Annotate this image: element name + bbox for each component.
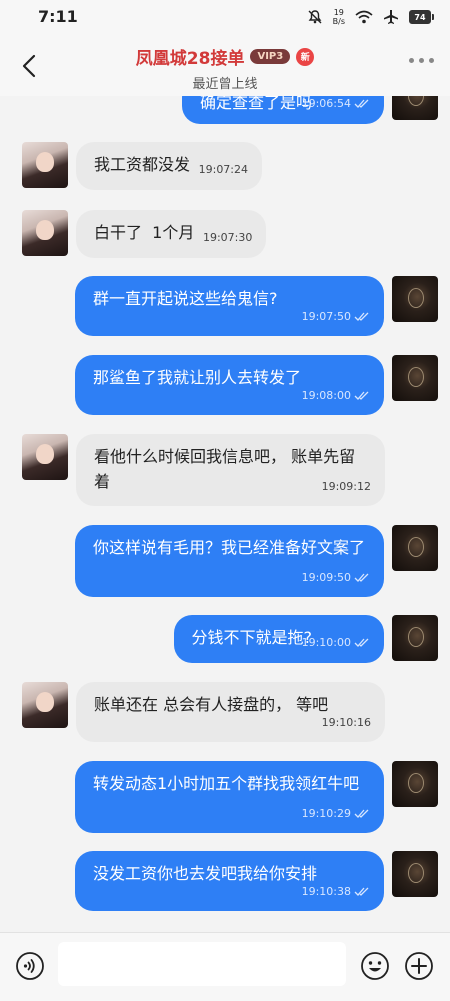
double-check-icon bbox=[354, 638, 369, 647]
message-bubble-outgoing[interactable]: 转发动态1小时加五个群找我领红牛吧 19:10:29 bbox=[75, 761, 384, 833]
message-list[interactable]: 确定查查了是吗 19:06:54 我工资都没发 19:07:24 白干了 1个月… bbox=[0, 96, 450, 932]
avatar[interactable] bbox=[22, 682, 68, 728]
net-speed-unit: B/s bbox=[332, 17, 345, 26]
message-bubble-outgoing[interactable]: 群一直开起说这些给鬼信? 19:07:50 bbox=[75, 276, 384, 336]
battery-icon: 74 bbox=[409, 10, 434, 24]
voice-icon[interactable] bbox=[14, 950, 46, 982]
online-status: 最近曾上线 bbox=[192, 77, 258, 92]
message-bubble-outgoing[interactable]: 没发工资你也去发吧我给你安排 19:10:38 bbox=[75, 851, 384, 911]
more-dots-icon[interactable] bbox=[409, 58, 434, 63]
message-bubble-incoming[interactable]: 我工资都没发 19:07:24 bbox=[76, 142, 263, 190]
status-bar: 7:11 19 B/s 74 bbox=[0, 0, 450, 34]
new-badge: 新 bbox=[296, 47, 315, 66]
net-speed-value: 19 bbox=[333, 8, 344, 17]
message-text: 我工资都没发 bbox=[94, 155, 191, 174]
vip-badge: VIP3 bbox=[250, 49, 291, 64]
message-time: 19:08:00 bbox=[301, 389, 351, 402]
avatar[interactable] bbox=[392, 355, 438, 401]
message-input[interactable] bbox=[58, 942, 346, 986]
avatar[interactable] bbox=[392, 525, 438, 571]
message-text: 转发动态1小时加五个群找我领红牛吧 bbox=[93, 774, 360, 793]
avatar[interactable] bbox=[392, 276, 438, 322]
message-time: 19:07:50 bbox=[301, 310, 351, 323]
message-text: 账单还在 总会有人接盘的， 等吧 bbox=[94, 695, 329, 714]
message-time: 19:10:00 bbox=[301, 636, 351, 649]
double-check-icon bbox=[354, 391, 369, 400]
message-time: 19:10:29 bbox=[301, 807, 351, 820]
double-check-icon bbox=[354, 573, 369, 582]
message-text: 群一直开起说这些给鬼信? bbox=[93, 289, 278, 308]
message-time: 19:10:16 bbox=[321, 716, 371, 729]
message-bubble-incoming[interactable]: 账单还在 总会有人接盘的， 等吧 19:10:16 bbox=[76, 682, 385, 742]
avatar[interactable] bbox=[22, 434, 68, 480]
message-text: 确定查查了是吗 bbox=[199, 96, 312, 112]
message-text: 没发工资你也去发吧我给你安排 bbox=[93, 864, 318, 883]
message-time: 19:09:12 bbox=[321, 480, 371, 493]
net-speed: 19 B/s bbox=[333, 8, 345, 26]
header-title-block[interactable]: 凤凰城28接单 VIP3 新 最近曾上线 bbox=[0, 44, 450, 92]
message-text: 你这样说有毛用？我已经准备好文案了 bbox=[93, 538, 366, 557]
battery-level: 74 bbox=[414, 12, 426, 22]
status-icons: 19 B/s 74 bbox=[307, 5, 434, 29]
avatar[interactable] bbox=[392, 615, 438, 661]
double-check-icon bbox=[354, 887, 369, 896]
message-text: 那鲨鱼了我就让别人去转发了 bbox=[93, 368, 302, 387]
message-bubble-outgoing[interactable]: 分钱不下就是拖? 19:10:00 bbox=[173, 615, 384, 663]
emoji-icon[interactable] bbox=[359, 950, 391, 982]
input-bar bbox=[0, 932, 450, 1001]
avatar[interactable] bbox=[392, 851, 438, 897]
double-check-icon bbox=[354, 312, 369, 321]
avatar[interactable] bbox=[22, 210, 68, 256]
message-text: 分钱不下就是拖? bbox=[191, 628, 313, 647]
avatar[interactable] bbox=[22, 142, 68, 188]
avatar[interactable] bbox=[392, 761, 438, 807]
airplane-icon bbox=[384, 10, 398, 24]
wifi-icon bbox=[355, 10, 373, 24]
chat-title: 凤凰城28接单 bbox=[135, 49, 245, 69]
message-text: 白干了 1个月 bbox=[94, 223, 195, 242]
double-check-icon bbox=[354, 809, 369, 818]
status-time: 7:11 bbox=[38, 7, 78, 26]
message-time: 19:07:30 bbox=[202, 231, 253, 244]
message-bubble-outgoing[interactable]: 你这样说有毛用？我已经准备好文案了 19:09:50 bbox=[75, 525, 384, 597]
message-bubble-outgoing[interactable]: 确定查查了是吗 19:06:54 bbox=[181, 96, 384, 124]
message-time: 19:07:24 bbox=[198, 163, 249, 176]
message-bubble-incoming[interactable]: 看他什么时候回我信息吧， 账单先留着 19:09:12 bbox=[76, 434, 385, 506]
mute-icon bbox=[308, 10, 322, 24]
message-time: 19:10:38 bbox=[301, 885, 351, 898]
avatar[interactable] bbox=[392, 96, 438, 120]
message-bubble-incoming[interactable]: 白干了 1个月 19:07:30 bbox=[76, 210, 267, 258]
message-time: 19:06:54 bbox=[301, 97, 351, 110]
message-bubble-outgoing[interactable]: 那鲨鱼了我就让别人去转发了 19:08:00 bbox=[75, 355, 384, 415]
plus-icon[interactable] bbox=[403, 950, 435, 982]
message-text: 看他什么时候回我信息吧， 账单先留着 bbox=[94, 447, 356, 491]
chat-header: 凤凰城28接单 VIP3 新 最近曾上线 bbox=[0, 34, 450, 96]
message-time: 19:09:50 bbox=[301, 571, 351, 584]
double-check-icon bbox=[354, 99, 369, 108]
